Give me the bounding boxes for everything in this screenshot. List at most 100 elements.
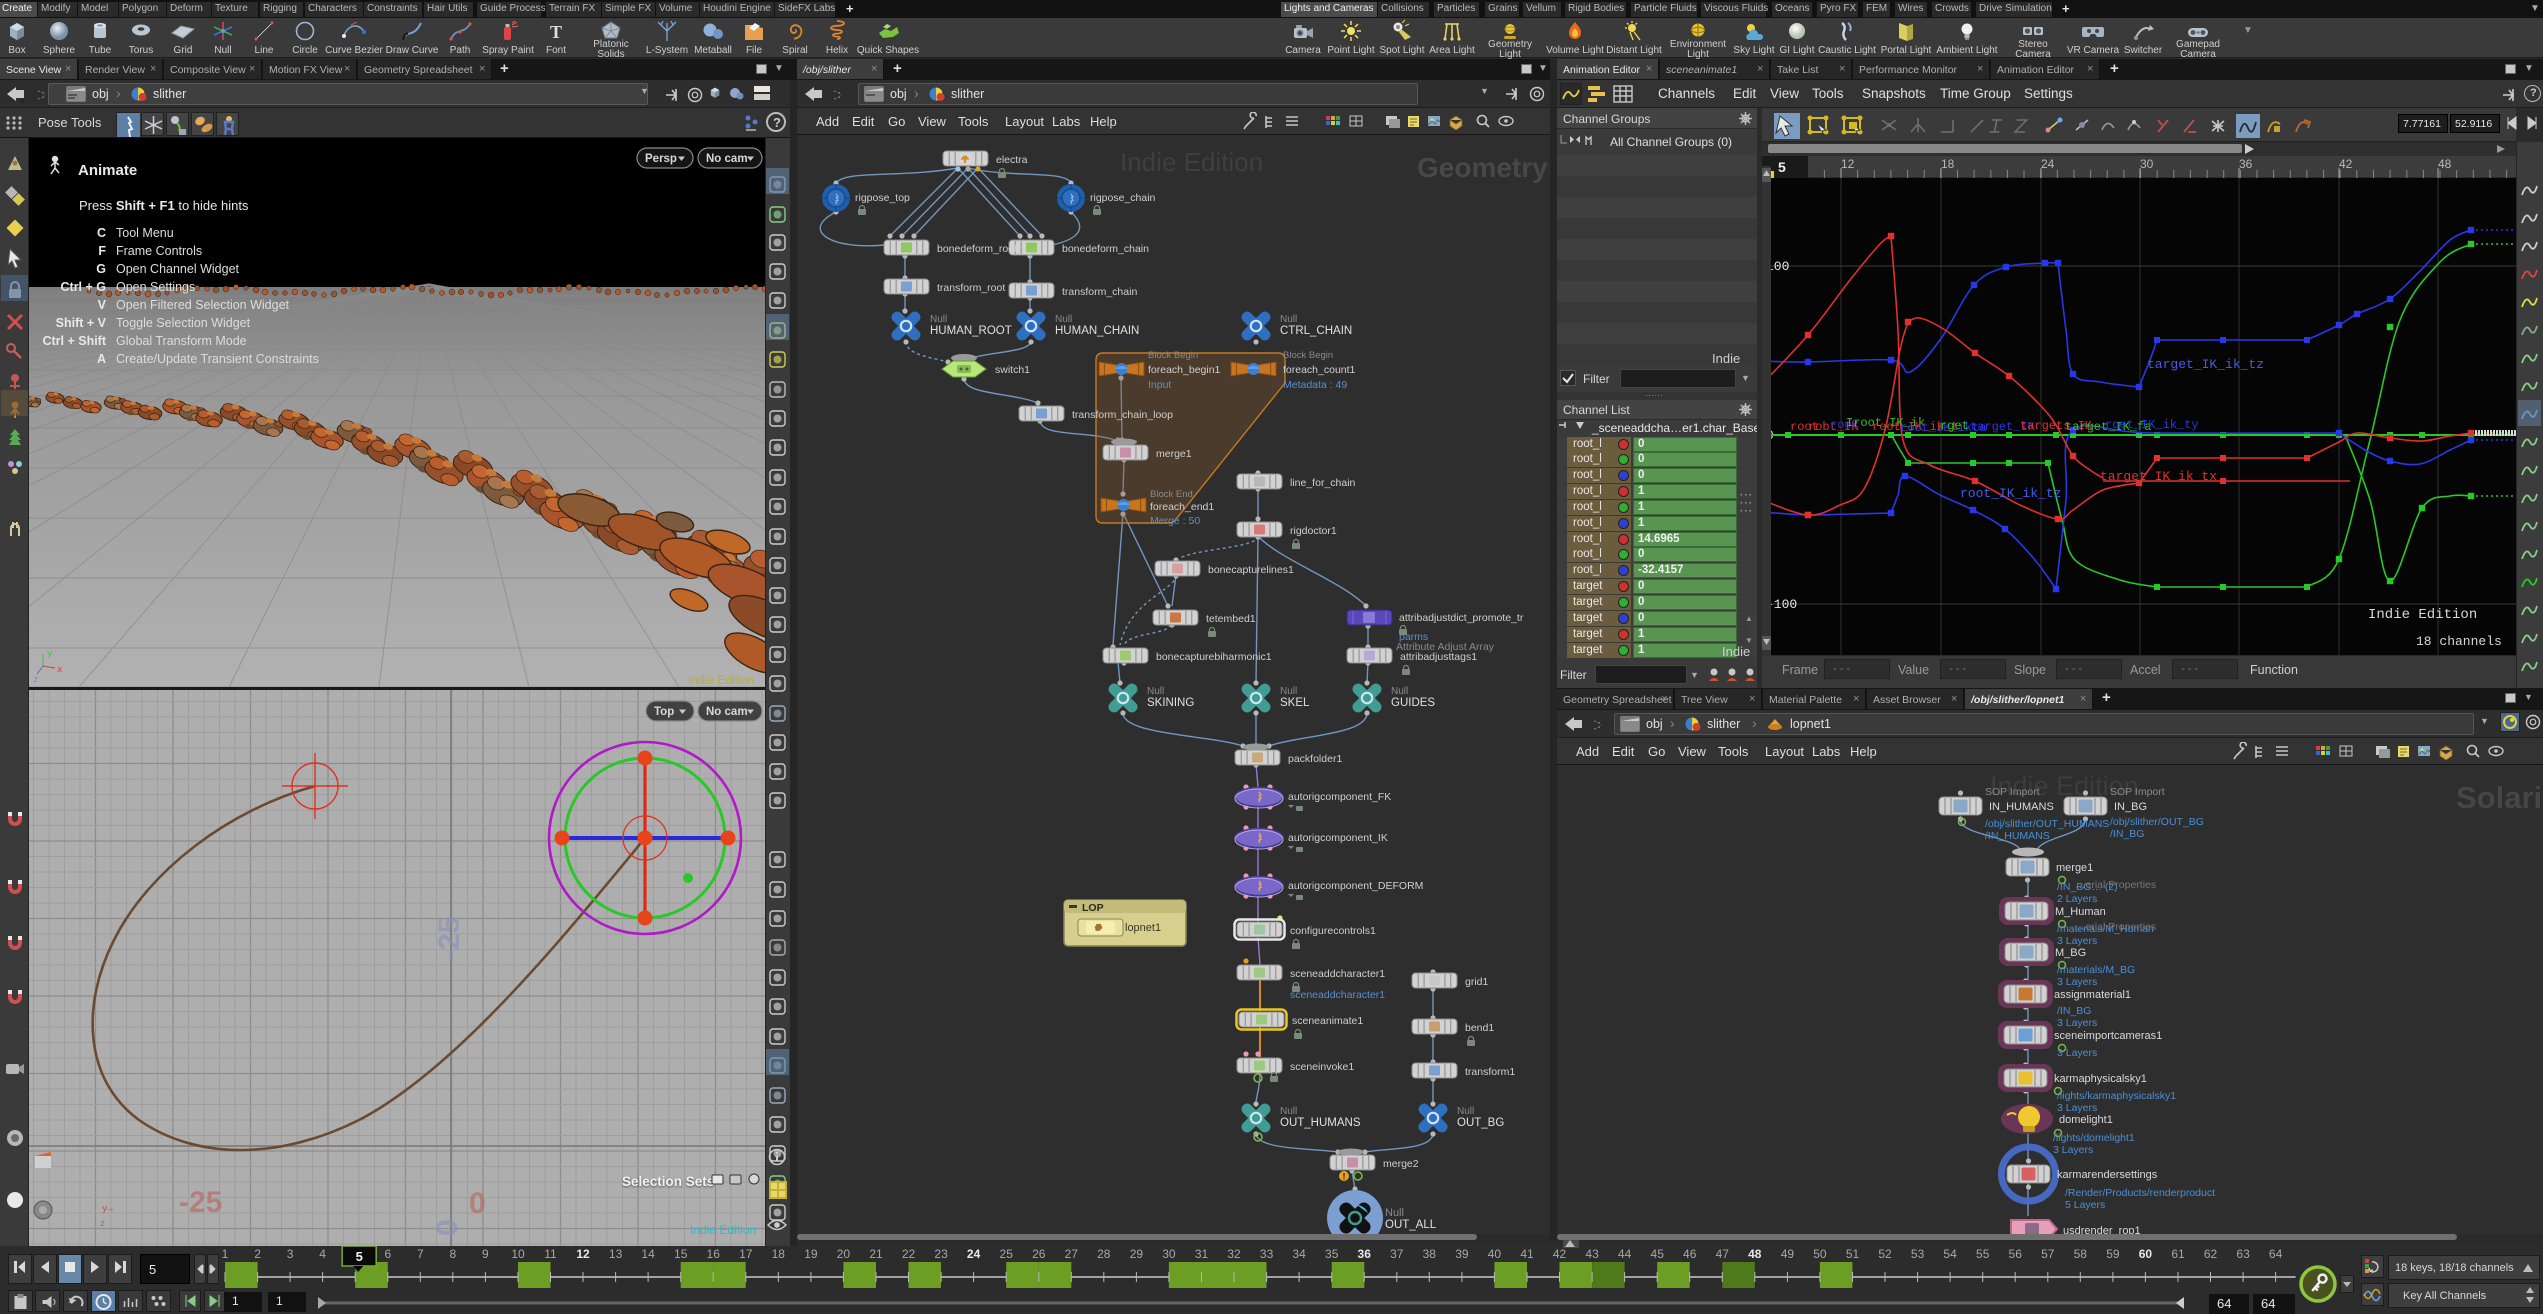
svg-text:configurecontrols1: configurecontrols1 <box>1290 925 1376 937</box>
svg-text:autorigcomponent_DEFORM: autorigcomponent_DEFORM <box>1288 880 1423 892</box>
svg-text:27: 27 <box>1065 1247 1079 1261</box>
svg-text:-25: -25 <box>179 1186 222 1219</box>
svg-text:attribadjustdict_promote_tr: attribadjustdict_promote_tr <box>1399 612 1524 624</box>
svg-text:transform_chain_loop: transform_chain_loop <box>1072 409 1173 421</box>
svg-text:T: T <box>550 22 562 42</box>
svg-text:merge2: merge2 <box>1383 1158 1419 1170</box>
svg-text:19: 19 <box>804 1247 818 1261</box>
svg-text:3 Layers: 3 Layers <box>2057 935 2097 947</box>
svg-text:Input: Input <box>1148 379 1171 391</box>
svg-text:LOP: LOP <box>1082 902 1104 914</box>
svg-text:foreach_begin1: foreach_begin1 <box>1148 364 1221 376</box>
svg-text:Indie Edition: Indie Edition <box>688 673 754 687</box>
svg-text:y→: y→ <box>102 1204 113 1214</box>
svg-text:Indie Edition: Indie Edition <box>690 1223 756 1237</box>
svg-text:1: 1 <box>222 1247 229 1261</box>
svg-text:Merge : 50: Merge : 50 <box>1150 515 1200 527</box>
svg-text:23: 23 <box>934 1247 948 1261</box>
svg-text:rigpose_chain: rigpose_chain <box>1090 192 1156 204</box>
svg-text:48: 48 <box>2438 157 2452 171</box>
svg-text:3 Layers: 3 Layers <box>2053 1144 2093 1156</box>
svg-text:Ctrl + Shift: Ctrl + Shift <box>42 334 106 348</box>
svg-text:OUT_ALL: OUT_ALL <box>1385 1219 1437 1231</box>
svg-text:switch1: switch1 <box>995 364 1030 376</box>
svg-text:61: 61 <box>2171 1247 2185 1261</box>
svg-text:sceneaddcharacter1: sceneaddcharacter1 <box>1290 968 1385 980</box>
svg-text:/Render/Products/renderproduct: /Render/Products/renderproduct <box>2065 1187 2215 1199</box>
svg-text:/lights/karmaphysicalsky1: /lights/karmaphysicalsky1 <box>2057 1090 2176 1102</box>
svg-text:35: 35 <box>1325 1247 1339 1261</box>
svg-text:32: 32 <box>1227 1247 1241 1261</box>
svg-text:Block Begin: Block Begin <box>1148 350 1198 361</box>
svg-text:/IN_BG: /IN_BG <box>2057 1005 2091 1017</box>
svg-text:5: 5 <box>356 1249 363 1264</box>
svg-text:transform_chain: transform_chain <box>1062 286 1137 298</box>
svg-text:38: 38 <box>1423 1247 1437 1261</box>
svg-text:11: 11 <box>544 1247 557 1261</box>
svg-text:No cam: No cam <box>706 153 748 165</box>
svg-text:attribadjusttags1: attribadjusttags1 <box>1400 651 1477 663</box>
svg-text:karmaphysicalsky1: karmaphysicalsky1 <box>2054 1073 2147 1085</box>
svg-text:Open Filtered Selection Widget: Open Filtered Selection Widget <box>116 298 290 312</box>
svg-text:assignmaterial1: assignmaterial1 <box>2054 989 2131 1001</box>
svg-text:usdrender_rop1: usdrender_rop1 <box>2063 1225 2141 1234</box>
svg-text:3: 3 <box>287 1247 294 1261</box>
svg-text:3 Layers: 3 Layers <box>2057 1017 2097 1029</box>
svg-text:Null: Null <box>1280 1106 1297 1117</box>
svg-text:63: 63 <box>2236 1247 2250 1261</box>
svg-text:50: 50 <box>1813 1247 1827 1261</box>
svg-text:Block End: Block End <box>1150 489 1193 500</box>
svg-text:8: 8 <box>449 1247 456 1261</box>
svg-text:57: 57 <box>2041 1247 2055 1261</box>
svg-text:Top: Top <box>654 706 674 718</box>
svg-text:55: 55 <box>1976 1247 1990 1261</box>
svg-text:GUIDES: GUIDES <box>1391 697 1435 709</box>
svg-text:z: z <box>33 675 38 685</box>
svg-text:Global Transform Mode: Global Transform Mode <box>116 334 247 348</box>
svg-text:CTRL_CHAIN: CTRL_CHAIN <box>1280 325 1352 337</box>
svg-text:30: 30 <box>1162 1247 1176 1261</box>
svg-text:karmarendersettings: karmarendersettings <box>2057 1169 2158 1181</box>
svg-text:31: 31 <box>1195 1247 1209 1261</box>
svg-text:OUT_HUMANS: OUT_HUMANS <box>1280 1117 1361 1129</box>
svg-text:33: 33 <box>1260 1247 1274 1261</box>
svg-text:foreach_end1: foreach_end1 <box>1150 501 1214 513</box>
svg-text:x: x <box>57 665 62 675</box>
svg-text:Solaris: Solaris <box>2456 780 2543 815</box>
svg-text:-25: -25 <box>433 917 466 960</box>
svg-text:No cam: No cam <box>706 706 748 718</box>
svg-text:Create/Update Transient Constr: Create/Update Transient Constraints <box>116 352 319 366</box>
svg-text:Geometry: Geometry <box>1417 152 1548 183</box>
svg-text:rigpose_top: rigpose_top <box>855 192 910 204</box>
svg-text:22: 22 <box>902 1247 916 1261</box>
svg-text:5 Layers: 5 Layers <box>2065 1199 2105 1211</box>
svg-text:autorigcomponent_FK: autorigcomponent_FK <box>1288 791 1391 803</box>
svg-text:bonecapturebiharmonic1: bonecapturebiharmonic1 <box>1156 651 1272 663</box>
svg-text:SKEL: SKEL <box>1280 697 1310 709</box>
svg-text:/IN_BG: /IN_BG <box>2110 828 2144 840</box>
svg-text:17: 17 <box>739 1247 753 1261</box>
svg-text:Indie Edition: Indie Edition <box>1120 147 1263 177</box>
svg-text:transform_root: transform_root <box>937 282 1005 294</box>
svg-text:44: 44 <box>1618 1247 1632 1261</box>
svg-text:20: 20 <box>837 1247 851 1261</box>
svg-text:12: 12 <box>576 1247 590 1261</box>
svg-text:37: 37 <box>1390 1247 1404 1261</box>
svg-text:60: 60 <box>2139 1247 2153 1261</box>
svg-text:40: 40 <box>1488 1247 1502 1261</box>
svg-text:39: 39 <box>1455 1247 1469 1261</box>
svg-text:58: 58 <box>2074 1247 2088 1261</box>
svg-text:sceneimportcameras1: sceneimportcameras1 <box>2054 1030 2162 1042</box>
svg-text:SKINING: SKINING <box>1147 697 1194 709</box>
svg-text:16: 16 <box>707 1247 721 1261</box>
svg-text:0: 0 <box>469 1187 486 1220</box>
svg-text:C: C <box>97 226 106 240</box>
svg-text:10: 10 <box>511 1247 525 1261</box>
svg-text:Ctrl + G: Ctrl + G <box>61 280 107 294</box>
svg-text:rigdoctor1: rigdoctor1 <box>1290 525 1337 537</box>
svg-text:12: 12 <box>1841 157 1855 171</box>
svg-text:7: 7 <box>417 1247 424 1261</box>
svg-text:HUMAN_ROOT: HUMAN_ROOT <box>930 325 1012 337</box>
svg-text:6: 6 <box>384 1247 391 1261</box>
svg-text:3 Layers: 3 Layers <box>2057 976 2097 988</box>
